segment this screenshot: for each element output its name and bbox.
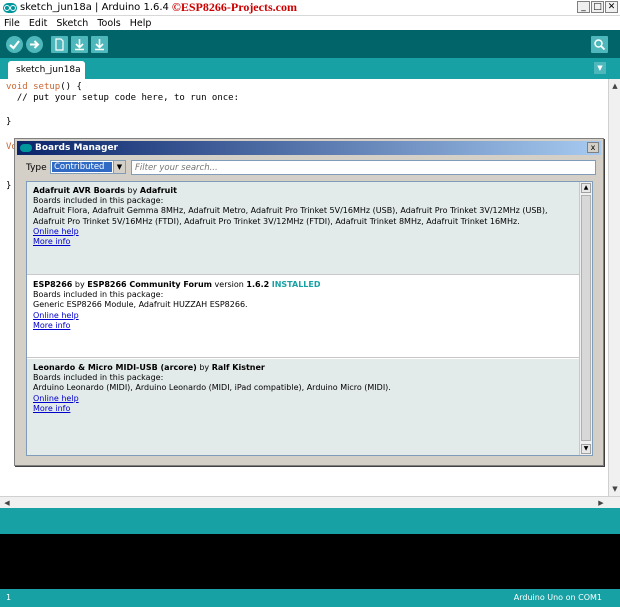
- type-select-value: Contributed: [52, 162, 112, 172]
- online-help-link[interactable]: Online help: [33, 227, 573, 237]
- boards-list: Adafruit AVR Boards by Adafruit Boards i…: [26, 181, 593, 456]
- footer-bar: 1 Arduino Uno on COM1: [0, 589, 620, 607]
- menu-file[interactable]: File: [4, 18, 20, 29]
- boards-included-label: Boards included in this package:: [33, 196, 164, 206]
- serial-monitor-icon: [594, 39, 606, 51]
- search-input[interactable]: [131, 160, 596, 175]
- code-line: void setup() {: [6, 82, 82, 92]
- version-number: 1.6.2: [246, 280, 270, 289]
- board-package-author: Adafruit: [139, 186, 177, 195]
- console-output: [0, 534, 620, 589]
- window-controls: _ □ ✕: [577, 1, 618, 13]
- boards-list-text: Generic ESP8266 Module, Adafruit HUZZAH …: [33, 300, 248, 310]
- code-text: () {: [60, 82, 82, 92]
- menu-sketch[interactable]: Sketch: [56, 18, 88, 29]
- tab-menu-button[interactable]: ▼: [594, 62, 606, 74]
- arduino-logo-icon: [3, 2, 17, 13]
- type-label: Type: [26, 163, 47, 173]
- by-label: by: [125, 186, 140, 195]
- list-item[interactable]: Leonardo & Micro MIDI-USB (arcore) by Ra…: [27, 359, 579, 455]
- list-item[interactable]: ESP8266 by ESP8266 Community Forum versi…: [27, 276, 579, 358]
- upload-icon: [30, 40, 40, 49]
- more-info-link[interactable]: More info: [33, 237, 573, 247]
- by-label: by: [196, 363, 212, 372]
- code-line: }: [6, 181, 12, 191]
- type-select[interactable]: Contributed ▼: [50, 160, 126, 174]
- minimize-button[interactable]: _: [577, 1, 590, 13]
- installed-badge: INSTALLED: [271, 280, 321, 289]
- editor-horizontal-scrollbar[interactable]: ◀ ▶: [0, 496, 620, 508]
- by-label: by: [72, 280, 88, 289]
- menu-help[interactable]: Help: [130, 18, 152, 29]
- scroll-right-icon[interactable]: ▶: [596, 498, 606, 508]
- board-port-status: Arduino Uno on COM1: [513, 593, 602, 602]
- toolbar: [0, 30, 620, 58]
- code-keyword: void: [6, 82, 28, 92]
- online-help-link[interactable]: Online help: [33, 311, 573, 321]
- menu-bar: File Edit Sketch Tools Help: [0, 16, 620, 30]
- new-icon: [55, 38, 64, 51]
- version-label: version: [212, 280, 247, 289]
- save-button[interactable]: [91, 36, 108, 53]
- tab-sketch[interactable]: sketch_jun18a: [8, 61, 85, 79]
- watermark: ©ESP8266-Projects.com: [171, 0, 297, 14]
- line-number: 1: [6, 593, 12, 602]
- scroll-down-icon[interactable]: ▼: [581, 444, 591, 454]
- list-scrollbar[interactable]: ▲ ▼: [579, 182, 592, 455]
- board-package-author: ESP8266 Community Forum: [87, 280, 213, 289]
- scroll-left-icon[interactable]: ◀: [2, 498, 12, 508]
- boards-list-text: Adafruit Pro Trinket 5V/16MHz (FTDI), Ad…: [33, 216, 520, 226]
- verify-button[interactable]: [6, 36, 23, 53]
- new-button[interactable]: [51, 36, 68, 53]
- menu-tools[interactable]: Tools: [97, 18, 120, 29]
- menu-edit[interactable]: Edit: [29, 18, 47, 29]
- dialog-close-button[interactable]: x: [587, 142, 599, 153]
- dialog-title: Boards Manager: [35, 143, 118, 153]
- scroll-up-icon[interactable]: ▲: [610, 81, 620, 91]
- arduino-logo-icon: [20, 144, 32, 152]
- window-title: sketch_jun18a | Arduino 1.6.4: [20, 2, 169, 13]
- serial-monitor-button[interactable]: [591, 36, 608, 53]
- code-line: // put your setup code here, to run once…: [6, 93, 239, 103]
- upload-button[interactable]: [26, 36, 43, 53]
- board-package-author: Ralf Kistner: [211, 363, 265, 372]
- tabs-bar: sketch_jun18a ▼: [0, 58, 620, 79]
- verify-icon: [9, 40, 20, 50]
- status-bar: [0, 508, 620, 534]
- online-help-link[interactable]: Online help: [33, 394, 573, 404]
- list-item[interactable]: Adafruit AVR Boards by Adafruit Boards i…: [27, 182, 579, 275]
- open-icon: [75, 39, 84, 51]
- code-function: setup: [33, 82, 61, 92]
- open-button[interactable]: [71, 36, 88, 53]
- editor-vertical-scrollbar[interactable]: ▲ ▼: [608, 79, 620, 496]
- window-title-bar: sketch_jun18a | Arduino 1.6.4 ©ESP8266-P…: [0, 0, 620, 16]
- boards-manager-dialog: Boards Manager x Type Contributed ▼ Adaf…: [14, 138, 604, 466]
- more-info-link[interactable]: More info: [33, 321, 573, 331]
- boards-list-text: Arduino Leonardo (MIDI), Arduino Leonard…: [33, 383, 391, 393]
- boards-included-label: Boards included in this package:: [33, 373, 164, 383]
- more-info-link[interactable]: More info: [33, 404, 573, 414]
- board-package-name: Adafruit AVR Boards: [33, 186, 125, 195]
- board-package-name: ESP8266: [33, 280, 73, 289]
- boards-list-text: Adafruit Flora, Adafruit Gemma 8MHz, Ada…: [33, 206, 548, 216]
- boards-included-label: Boards included in this package:: [33, 290, 164, 300]
- save-icon: [95, 39, 104, 51]
- code-line: }: [6, 117, 12, 127]
- scroll-up-icon[interactable]: ▲: [581, 183, 591, 193]
- filter-row: Type Contributed ▼: [15, 157, 603, 179]
- board-package-name: Leonardo & Micro MIDI-USB (arcore): [33, 363, 197, 372]
- scroll-thumb[interactable]: [581, 195, 591, 441]
- chevron-down-icon[interactable]: ▼: [113, 161, 125, 173]
- maximize-button[interactable]: □: [591, 1, 604, 13]
- close-window-button[interactable]: ✕: [605, 1, 618, 13]
- scroll-down-icon[interactable]: ▼: [610, 484, 620, 494]
- dialog-title-bar: Boards Manager x: [17, 141, 601, 155]
